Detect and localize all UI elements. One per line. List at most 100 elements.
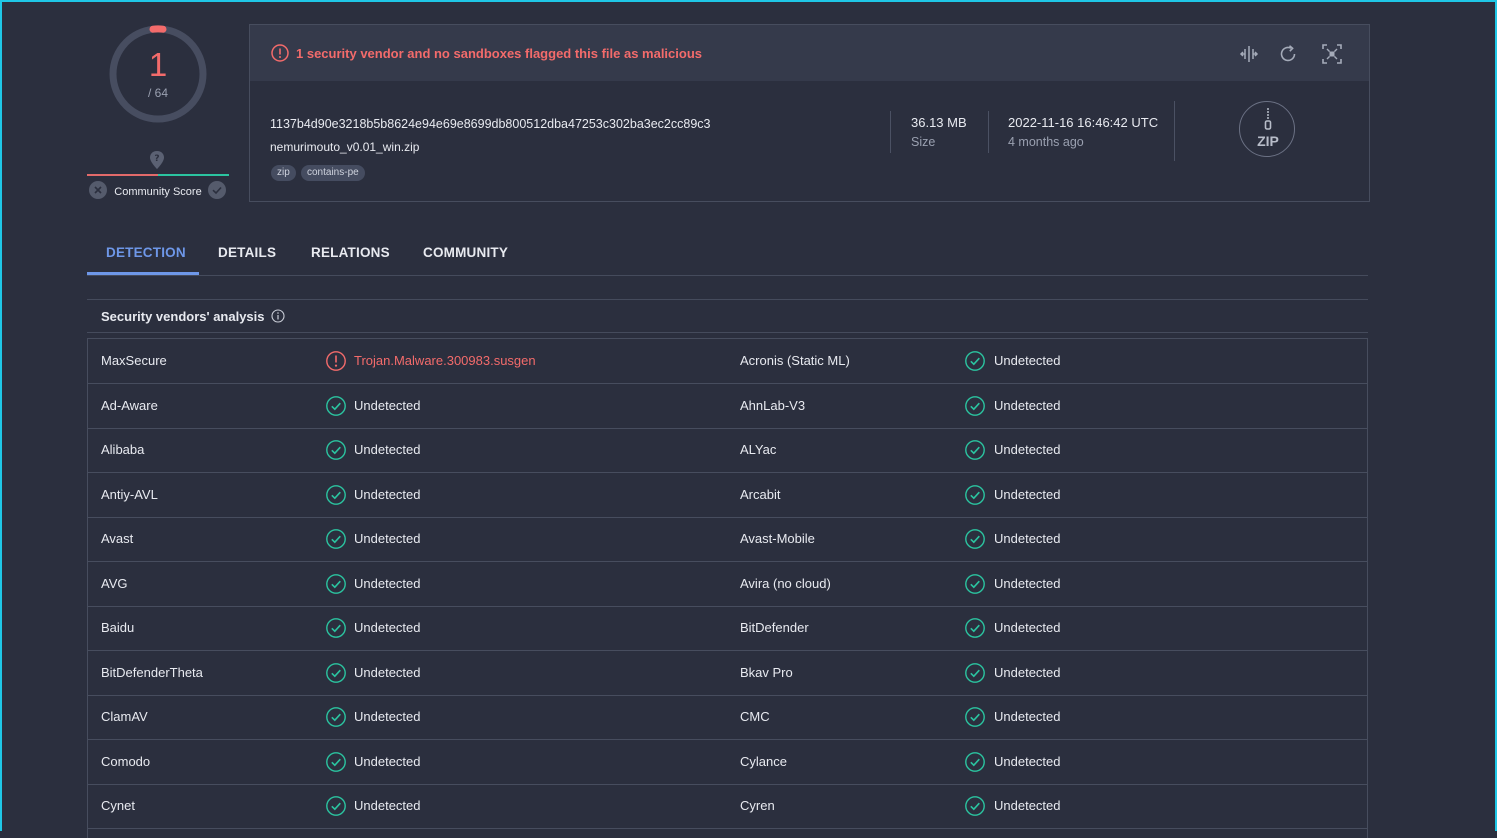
vendor-name: BitDefenderTheta (101, 664, 203, 680)
table-row: Ad-Aware Undetected AhnLab-V3 Undetected (88, 384, 1367, 429)
section-title: Security vendors' analysis (101, 309, 265, 324)
reanalyze-icon[interactable] (1277, 43, 1299, 65)
check-circle-icon (965, 662, 985, 683)
check-circle-icon (326, 440, 346, 460)
file-type-badge: ZIP (1239, 101, 1295, 157)
check-circle-icon (326, 529, 346, 549)
detection-result: Undetected (994, 709, 1061, 724)
check-circle-icon (326, 395, 346, 416)
check-circle-icon (326, 796, 346, 816)
vendor-name: CMC (740, 709, 770, 724)
tab-detection[interactable]: DETECTION (106, 245, 186, 260)
vendor-name: Ad-Aware (101, 397, 158, 413)
vendor-name: ClamAV (101, 709, 148, 724)
detection-result: Undetected (354, 531, 421, 546)
table-row: Alibaba Undetected ALYac Undetected (88, 428, 1367, 473)
vote-harmless-button[interactable] (208, 181, 226, 199)
map-pin-icon: ? (150, 151, 164, 169)
table-row: Cynet Undetected Cyren Undetected (88, 784, 1367, 829)
file-name: nemurimouto_v0.01_win.zip (270, 140, 420, 154)
vendor-name: Cylance (740, 753, 787, 769)
info-icon[interactable] (271, 309, 285, 323)
check-circle-icon (965, 395, 985, 416)
compare-icon[interactable] (1238, 43, 1260, 65)
analysis-date: 2022-11-16 16:46:42 UTC (1008, 115, 1159, 130)
detection-score-ring: 1 / 64 (106, 22, 210, 126)
table-row: MaxSecure Trojan.Malware.300983.susgen Ac… (88, 339, 1367, 384)
check-circle-icon (965, 529, 985, 549)
detection-result: Undetected (994, 442, 1061, 457)
detection-result: Undetected (994, 798, 1061, 813)
vendor-name: MaxSecure (101, 353, 167, 368)
banner-text: 1 security vendor and no sandboxes flagg… (296, 46, 703, 61)
file-hash[interactable]: 1137b4d90e3218b5b8624e94e69e8699db800512… (270, 117, 711, 131)
check-circle-icon (326, 662, 346, 683)
check-circle-icon (326, 484, 346, 505)
detection-result: Undetected (994, 531, 1061, 546)
vendor-name: Avast (101, 531, 134, 546)
tab-community[interactable]: COMMUNITY (423, 245, 508, 260)
check-circle-icon (326, 618, 346, 638)
zipper-icon (1264, 108, 1272, 130)
check-icon (212, 186, 222, 195)
vendor-results-table: MaxSecure Trojan.Malware.300983.susgen Ac… (87, 338, 1368, 838)
table-row: ClamAV Undetected CMC Undetected (88, 695, 1367, 740)
community-score: ? Community Score (87, 148, 229, 204)
detection-banner: 1 security vendor and no sandboxes flagg… (250, 25, 1369, 81)
file-type-label: ZIP (1257, 133, 1279, 149)
detection-result: Undetected (354, 442, 421, 457)
page-frame: 1 / 64 ? Community Score 1 security vend… (0, 0, 1497, 838)
vendor-name: BitDefender (740, 620, 809, 635)
detection-result: Undetected (354, 575, 421, 591)
detection-result-link[interactable]: Trojan.Malware.300983.susgen (354, 353, 536, 368)
detection-result: Undetected (354, 753, 421, 769)
detection-result: Undetected (354, 620, 421, 635)
table-row: Antiy-AVL Undetected Arcabit Undetected (88, 473, 1367, 518)
check-circle-icon (965, 440, 985, 460)
detection-result: Undetected (354, 798, 421, 813)
vendor-name: Alibaba (101, 442, 145, 457)
check-circle-icon (965, 351, 985, 371)
detection-result: Undetected (994, 486, 1061, 502)
vendor-name: Avast-Mobile (740, 531, 815, 546)
check-circle-icon (326, 751, 346, 772)
engines-total: / 64 (147, 86, 168, 100)
check-circle-icon (965, 707, 985, 727)
vendor-name: Antiy-AVL (101, 486, 158, 502)
table-row: AVG Undetected Avira (no cloud) Undetecte… (88, 562, 1367, 607)
vendor-name: Cyren (740, 798, 775, 813)
table-row: BitDefenderTheta Undetected Bkav Pro Unde… (88, 651, 1367, 696)
file-size-value: 36.13 MB (911, 115, 967, 130)
file-size-label: Size (911, 135, 936, 149)
vendor-name: Comodo (101, 753, 151, 769)
graph-view-icon[interactable] (1321, 43, 1343, 65)
vendor-name: Acronis (Static ML) (740, 353, 850, 368)
analysis-date-relative: 4 months ago (1008, 135, 1084, 149)
alert-circle-icon (326, 351, 346, 371)
detection-result: Undetected (994, 353, 1061, 368)
table-row: Comodo Undetected Cylance Undetected (88, 740, 1367, 785)
svg-text:?: ? (154, 154, 159, 164)
vendor-name: Baidu (101, 620, 135, 635)
detection-result: Undetected (994, 620, 1061, 635)
vendor-name: AhnLab-V3 (740, 397, 806, 413)
check-circle-icon (965, 751, 985, 772)
divider (988, 111, 989, 153)
detection-result: Undetected (994, 575, 1061, 591)
report-tabs: DETECTION DETAILS RELATIONS COMMUNITY (87, 240, 1368, 276)
vendor-name: AVG (101, 575, 128, 591)
community-score-bar (87, 174, 229, 176)
tag-zip[interactable]: zip (271, 165, 296, 181)
detections-count: 1 (148, 46, 168, 83)
divider (1174, 101, 1175, 161)
detection-result: Undetected (354, 664, 421, 680)
table-row: Avast Undetected Avast-Mobile Undetected (88, 517, 1367, 562)
detection-result: Undetected (354, 709, 421, 724)
tab-relations[interactable]: RELATIONS (311, 245, 390, 260)
check-circle-icon (965, 796, 985, 816)
tab-details[interactable]: DETAILS (218, 245, 276, 260)
file-summary-card: 1 security vendor and no sandboxes flagg… (249, 24, 1370, 202)
tag-contains-pe[interactable]: contains-pe (301, 165, 365, 181)
alert-circle-icon (271, 44, 289, 62)
check-circle-icon (965, 573, 985, 594)
